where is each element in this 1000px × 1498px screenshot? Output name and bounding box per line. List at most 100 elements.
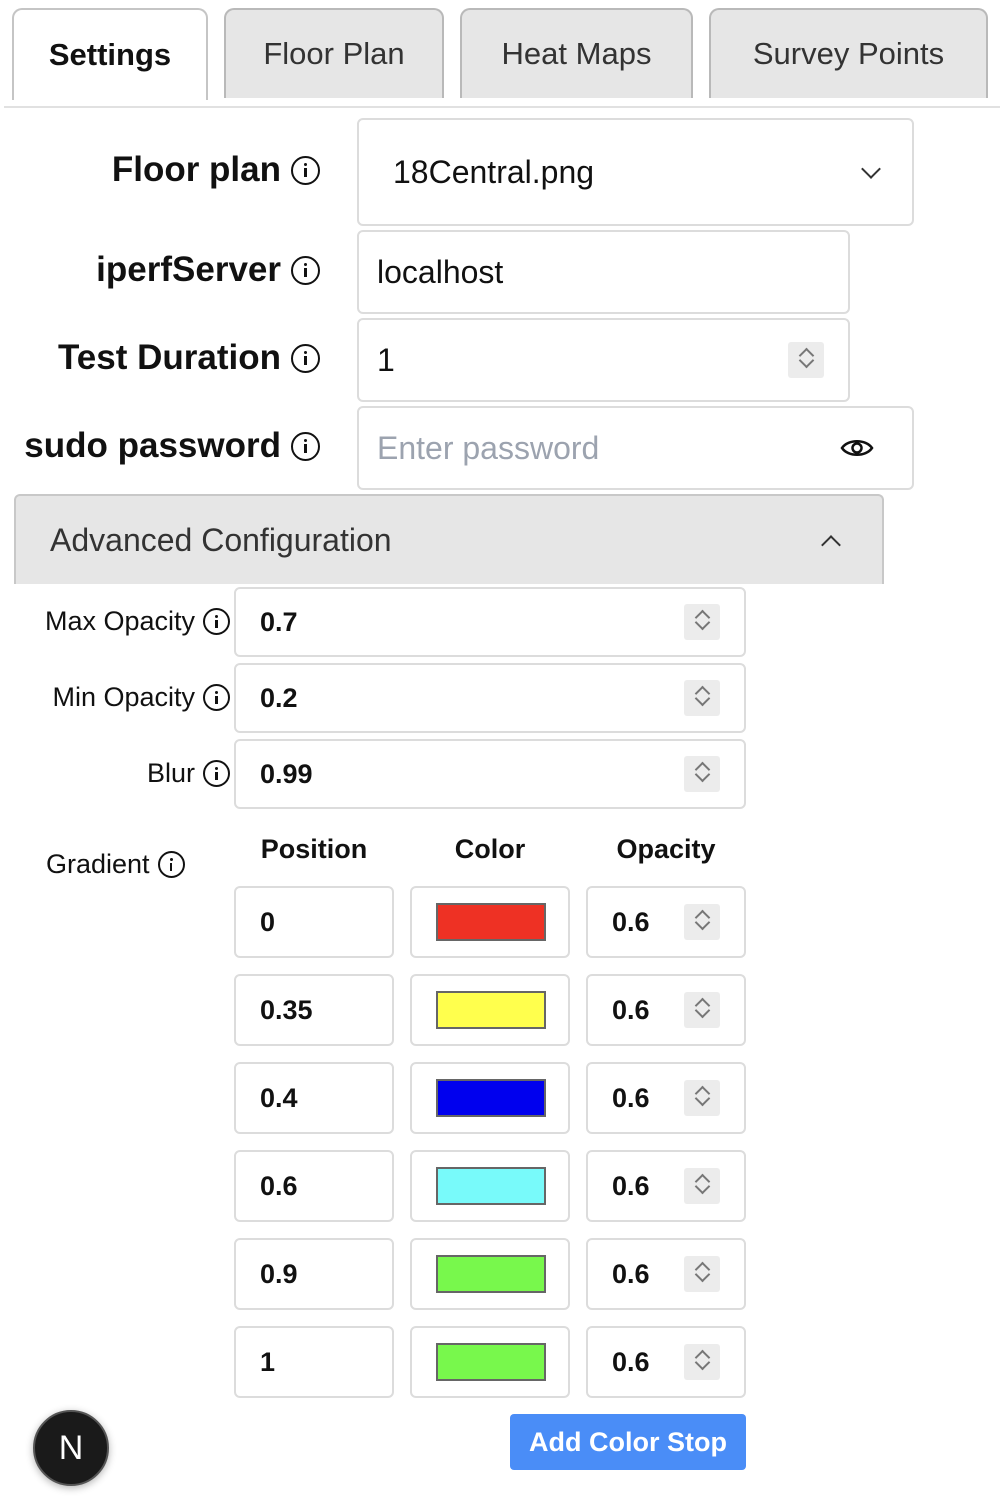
tab-floor-plan[interactable]: Floor Plan bbox=[224, 8, 444, 98]
number-stepper[interactable] bbox=[684, 904, 720, 940]
info-icon[interactable] bbox=[291, 431, 320, 461]
floor-plan-select[interactable]: 18Central.png bbox=[357, 118, 914, 226]
blur-input[interactable]: 0.99 bbox=[234, 739, 746, 809]
stop-position-value: 0.9 bbox=[260, 1258, 298, 1289]
info-icon[interactable] bbox=[203, 760, 230, 787]
tab-heat-maps[interactable]: Heat Maps bbox=[460, 8, 693, 98]
color-swatch bbox=[436, 991, 546, 1029]
stop-position-input[interactable]: 0 bbox=[234, 886, 394, 958]
max-opacity-label: Max Opacity bbox=[45, 606, 230, 637]
iperf-server-input[interactable]: localhost bbox=[357, 230, 850, 314]
tab-divider bbox=[4, 106, 1000, 108]
stop-color-picker[interactable] bbox=[410, 974, 570, 1046]
stop-color-picker[interactable] bbox=[410, 1062, 570, 1134]
info-icon[interactable] bbox=[291, 255, 320, 285]
info-icon[interactable] bbox=[203, 608, 230, 635]
stop-opacity-input[interactable]: 0.6 bbox=[586, 1062, 746, 1134]
number-stepper[interactable] bbox=[684, 1256, 720, 1292]
add-color-stop-button[interactable]: Add Color Stop bbox=[510, 1414, 746, 1470]
color-swatch bbox=[436, 1255, 546, 1293]
sudo-password-label-text: sudo password bbox=[24, 426, 281, 465]
min-opacity-label-text: Min Opacity bbox=[52, 682, 195, 712]
test-duration-value: 1 bbox=[377, 341, 395, 378]
stop-position-value: 0.4 bbox=[260, 1082, 298, 1113]
iperf-server-value: localhost bbox=[377, 253, 504, 290]
stop-position-value: 0.6 bbox=[260, 1170, 298, 1201]
stop-position-value: 0 bbox=[260, 906, 276, 937]
floor-plan-label-text: Floor plan bbox=[111, 150, 281, 189]
stop-opacity-value: 0.6 bbox=[612, 1346, 650, 1377]
number-stepper[interactable] bbox=[684, 1168, 720, 1204]
iperf-server-label-text: iperfServer bbox=[96, 250, 281, 289]
tab-survey-points[interactable]: Survey Points bbox=[709, 8, 988, 98]
number-stepper[interactable] bbox=[684, 604, 720, 640]
stop-position-input[interactable]: 0.9 bbox=[234, 1238, 394, 1310]
nextjs-dev-badge[interactable]: N bbox=[33, 1410, 109, 1486]
info-icon[interactable] bbox=[157, 851, 185, 878]
sudo-password-placeholder: Enter password bbox=[377, 429, 600, 466]
test-duration-label: Test Duration bbox=[58, 338, 320, 378]
number-stepper[interactable] bbox=[788, 342, 824, 378]
gradient-header-position: Position bbox=[260, 834, 368, 864]
sudo-password-input[interactable]: Enter password bbox=[357, 406, 914, 490]
test-duration-input[interactable]: 1 bbox=[357, 318, 850, 402]
info-icon[interactable] bbox=[291, 343, 320, 373]
floor-plan-select-value: 18Central.png bbox=[393, 153, 595, 190]
advanced-configuration-toggle[interactable]: Advanced Configuration bbox=[14, 494, 884, 584]
min-opacity-value: 0.2 bbox=[260, 682, 298, 713]
blur-label: Blur bbox=[147, 758, 230, 789]
stop-color-picker[interactable] bbox=[410, 1150, 570, 1222]
stop-opacity-value: 0.6 bbox=[612, 1258, 650, 1289]
chevron-up-icon bbox=[821, 535, 841, 555]
stop-opacity-input[interactable]: 0.6 bbox=[586, 1326, 746, 1398]
color-swatch bbox=[436, 903, 546, 941]
sudo-password-label: sudo password bbox=[24, 426, 320, 466]
number-stepper[interactable] bbox=[684, 756, 720, 792]
stop-position-value: 1 bbox=[260, 1346, 276, 1377]
stop-color-picker[interactable] bbox=[410, 1326, 570, 1398]
stop-position-input[interactable]: 0.35 bbox=[234, 974, 394, 1046]
number-stepper[interactable] bbox=[684, 1080, 720, 1116]
stop-opacity-value: 0.6 bbox=[612, 1082, 650, 1113]
stop-opacity-value: 0.6 bbox=[612, 994, 650, 1025]
stop-color-picker[interactable] bbox=[410, 886, 570, 958]
number-stepper[interactable] bbox=[684, 992, 720, 1028]
blur-label-text: Blur bbox=[146, 758, 195, 788]
gradient-header-opacity: Opacity bbox=[616, 834, 716, 864]
color-swatch bbox=[436, 1167, 546, 1205]
iperf-server-label: iperfServer bbox=[96, 250, 320, 290]
color-swatch bbox=[436, 1079, 546, 1117]
stop-color-picker[interactable] bbox=[410, 1238, 570, 1310]
tab-bar: Settings Floor Plan Heat Maps Survey Poi… bbox=[0, 0, 1000, 108]
color-swatch bbox=[436, 1343, 546, 1381]
test-duration-label-text: Test Duration bbox=[58, 338, 281, 377]
stop-opacity-input[interactable]: 0.6 bbox=[586, 1238, 746, 1310]
max-opacity-label-text: Max Opacity bbox=[44, 606, 195, 636]
stop-opacity-value: 0.6 bbox=[612, 906, 650, 937]
max-opacity-input[interactable]: 0.7 bbox=[234, 587, 746, 657]
min-opacity-input[interactable]: 0.2 bbox=[234, 663, 746, 733]
max-opacity-value: 0.7 bbox=[260, 606, 298, 637]
stop-position-value: 0.35 bbox=[260, 994, 313, 1025]
chevron-down-icon bbox=[861, 159, 881, 179]
gradient-header-color: Color bbox=[454, 834, 526, 864]
min-opacity-label: Min Opacity bbox=[52, 682, 230, 713]
stop-position-input[interactable]: 0.6 bbox=[234, 1150, 394, 1222]
stop-position-input[interactable]: 0.4 bbox=[234, 1062, 394, 1134]
tab-settings[interactable]: Settings bbox=[12, 8, 208, 100]
eye-icon[interactable] bbox=[840, 437, 874, 459]
floor-plan-label: Floor plan bbox=[112, 150, 320, 190]
number-stepper[interactable] bbox=[684, 1344, 720, 1380]
number-stepper[interactable] bbox=[684, 680, 720, 716]
blur-value: 0.99 bbox=[260, 758, 313, 789]
stop-opacity-value: 0.6 bbox=[612, 1170, 650, 1201]
gradient-label-text: Gradient bbox=[46, 849, 150, 879]
stop-opacity-input[interactable]: 0.6 bbox=[586, 886, 746, 958]
info-icon[interactable] bbox=[203, 684, 230, 711]
advanced-configuration-title: Advanced Configuration bbox=[50, 521, 392, 558]
stop-position-input[interactable]: 1 bbox=[234, 1326, 394, 1398]
gradient-label: Gradient bbox=[46, 849, 185, 880]
stop-opacity-input[interactable]: 0.6 bbox=[586, 974, 746, 1046]
stop-opacity-input[interactable]: 0.6 bbox=[586, 1150, 746, 1222]
info-icon[interactable] bbox=[291, 155, 320, 185]
